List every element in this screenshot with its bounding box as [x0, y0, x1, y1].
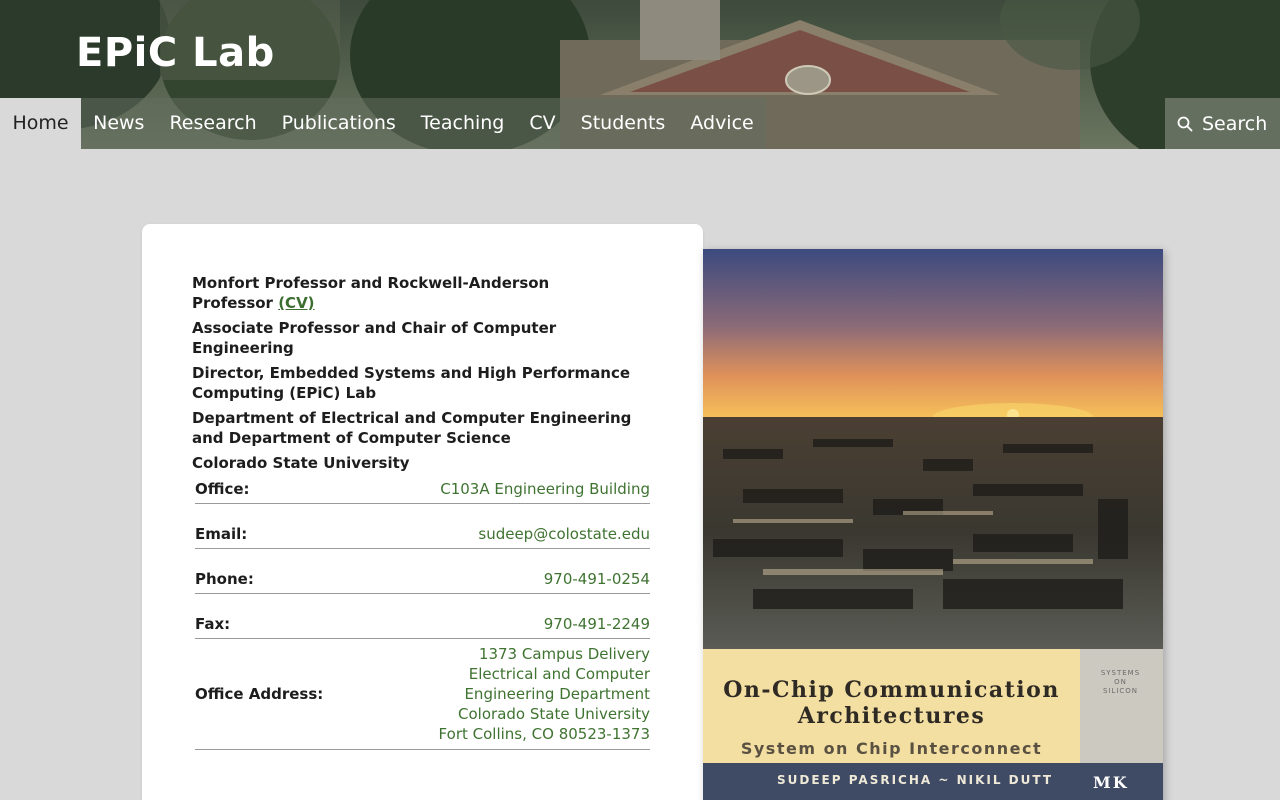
- nav-advice[interactable]: Advice: [677, 98, 767, 149]
- address-line: Electrical and Computer: [468, 664, 650, 683]
- book-authors-bar: SUDEEP PASRICHA ~ NIKIL DUTT MK: [703, 763, 1163, 800]
- phone-label: Phone:: [195, 569, 254, 588]
- fax-label: Fax:: [195, 614, 231, 633]
- series-word: SILICON: [1102, 687, 1139, 695]
- book-title-line: Architectures: [797, 703, 986, 729]
- email-label: Email:: [195, 524, 248, 543]
- address-value: 1373 Campus Delivery Electrical and Comp…: [439, 644, 650, 744]
- search-button[interactable]: Search: [1165, 98, 1280, 149]
- profile-titles: Monfort Professor and Rockwell-Anderson …: [192, 273, 632, 478]
- series-label: SYSTEMS ON SILICON: [1093, 669, 1148, 749]
- book-cover-art: [703, 249, 1163, 649]
- title-line: Department of Electrical and Computer En…: [192, 409, 632, 447]
- nav-cv[interactable]: CV: [516, 98, 569, 149]
- address-row: Office Address: 1373 Campus Delivery Ele…: [195, 644, 650, 750]
- site-header: EPiC Lab Home News Research Publications…: [0, 0, 1280, 149]
- address-line: Fort Collins, CO 80523-1373: [438, 724, 650, 743]
- site-title[interactable]: EPiC Lab: [76, 30, 275, 76]
- address-label: Office Address:: [195, 684, 324, 703]
- nav-teaching[interactable]: Teaching: [408, 98, 517, 149]
- book-title-line: On-Chip Communication: [723, 677, 1060, 703]
- fax-value: 970-491-2249: [543, 614, 650, 633]
- phone-link[interactable]: 970-491-0254: [544, 569, 650, 589]
- series-word: ON: [1114, 678, 1127, 686]
- title-text: Monfort Professor and Rockwell-Anderson …: [192, 274, 550, 312]
- book-subtitle: System on Chip Interconnect: [740, 739, 1043, 758]
- series-word: SYSTEMS: [1100, 669, 1141, 677]
- phone-row: Phone: 970-491-0254: [195, 554, 650, 594]
- office-row: Office: C103A Engineering Building: [195, 464, 650, 504]
- title-line: Director, Embedded Systems and High Perf…: [192, 364, 631, 402]
- fax-row: Fax: 970-491-2249: [195, 599, 650, 639]
- search-icon: [1177, 116, 1193, 131]
- contact-table: Office: C103A Engineering Building Email…: [195, 464, 650, 750]
- email-row: Email: sudeep@colostate.edu: [195, 509, 650, 549]
- book-cover-image[interactable]: On-Chip Communication Architectures Syst…: [703, 249, 1163, 800]
- cv-link[interactable]: (CV): [278, 294, 314, 312]
- email-link[interactable]: sudeep@colostate.edu: [478, 524, 650, 544]
- nav-students[interactable]: Students: [568, 98, 678, 149]
- main-nav: Home News Research Publications Teaching…: [0, 98, 767, 149]
- office-label: Office:: [195, 479, 250, 498]
- address-line: Colorado State University: [458, 704, 650, 723]
- nav-publications[interactable]: Publications: [269, 98, 409, 149]
- nav-home[interactable]: Home: [0, 98, 82, 149]
- profile-card: Monfort Professor and Rockwell-Anderson …: [142, 224, 703, 800]
- title-line: Monfort Professor and Rockwell-Anderson …: [192, 273, 632, 313]
- publisher-logo: MK: [1093, 773, 1129, 792]
- search-label: Search: [1202, 112, 1268, 135]
- nav-research[interactable]: Research: [156, 98, 270, 149]
- address-line: Engineering Department: [464, 684, 650, 703]
- address-line: 1373 Campus Delivery: [478, 644, 650, 663]
- office-value: C103A Engineering Building: [440, 479, 650, 498]
- book-title: On-Chip Communication Architectures: [703, 677, 1080, 729]
- title-line: Associate Professor and Chair of Compute…: [192, 319, 557, 357]
- book-authors: SUDEEP PASRICHA ~ NIKIL DUTT: [777, 773, 1054, 787]
- nav-news[interactable]: News: [81, 98, 157, 149]
